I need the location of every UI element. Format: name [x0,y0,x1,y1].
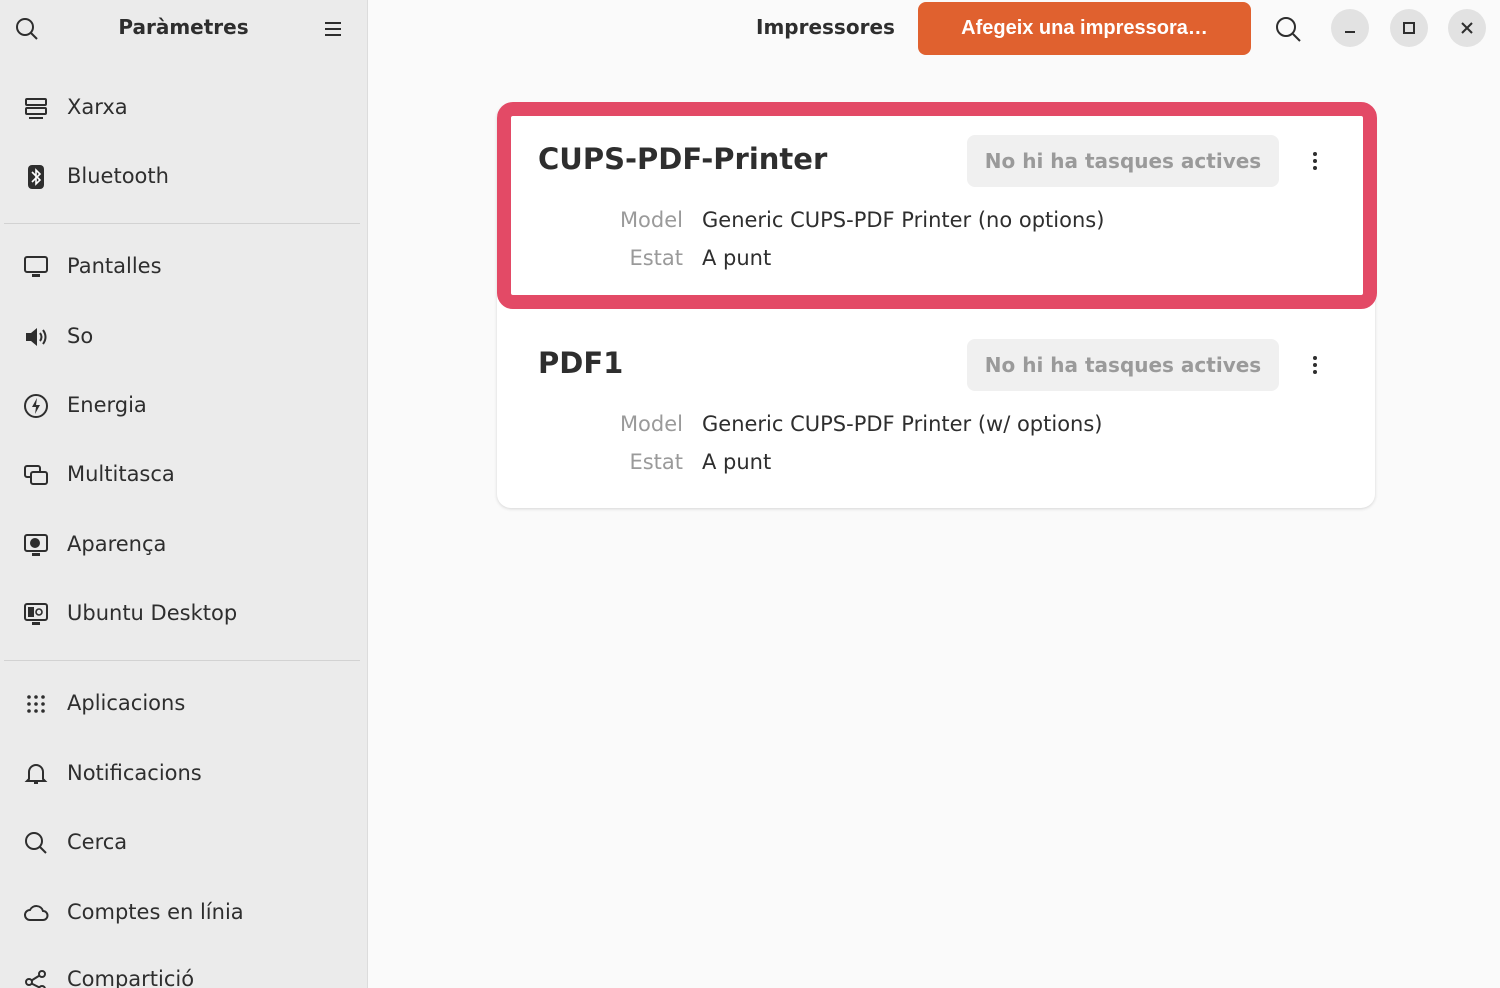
power-icon [22,392,50,420]
sidebar-item-aplicacions[interactable]: Aplicacions [0,675,367,731]
model-label: Model [619,412,683,436]
state-value: A punt [702,450,772,474]
search-button[interactable] [1273,14,1303,44]
sidebar-item-label: Compartició [67,967,195,988]
multitasking-icon [22,461,50,489]
display-icon [22,253,50,281]
sidebar-item-label: Aplicacions [67,691,186,715]
sidebar-item-label: Comptes en línia [67,900,244,924]
search-icon [1276,17,1301,42]
printer-options-button[interactable] [1302,352,1328,378]
sidebar-item-label: Xarxa [67,95,128,119]
kebab-menu-icon [1313,152,1317,170]
share-icon [22,966,50,988]
sidebar-item-label: Aparença [67,532,167,556]
sidebar-item-comptes-en-linia[interactable]: Comptes en línia [0,884,367,940]
sidebar-item-energia[interactable]: Energia [0,377,367,433]
sidebar-separator [4,223,360,224]
maximize-button[interactable] [1390,9,1428,47]
sidebar-item-aparenca[interactable]: Aparença [0,516,367,572]
sidebar-item-cerca[interactable]: Cerca [0,814,367,870]
sidebar-item-ubuntu-desktop[interactable]: Ubuntu Desktop [0,585,367,641]
sidebar-item-notificacions[interactable]: Notificacions [0,745,367,801]
model-label: Model [619,208,683,232]
printer-row[interactable]: CUPS-PDF-Printer No hi ha tasques active… [497,104,1375,306]
sidebar-item-label: Cerca [67,830,128,854]
sidebar-header: Paràmetres [0,0,367,56]
sidebar-separator [4,660,360,661]
printer-name: CUPS-PDF-Printer [538,142,828,176]
bluetooth-icon [22,163,50,191]
main-menu-button[interactable] [320,16,346,42]
sidebar-item-label: Bluetooth [67,164,169,188]
search-icon [22,829,50,857]
minimize-icon [1345,31,1355,33]
printer-list: CUPS-PDF-Printer No hi ha tasques active… [497,104,1375,508]
ubuntu-desktop-icon [22,600,50,628]
sidebar-item-comparticio[interactable]: Compartició [0,951,367,988]
close-icon [1461,22,1473,34]
printer-name: PDF1 [538,346,624,380]
apps-grid-icon [22,690,50,718]
appearance-icon [22,531,50,559]
cloud-icon [22,899,50,927]
minimize-button[interactable] [1331,9,1369,47]
model-value: Generic CUPS-PDF Printer (no options) [702,208,1105,232]
jobs-button[interactable]: No hi ha tasques actives [967,135,1279,187]
sidebar-item-xarxa[interactable]: Xarxa [0,79,367,135]
maximize-icon [1403,22,1415,34]
sidebar: Paràmetres Xarxa Bluetooth Pantalles So … [0,0,368,988]
sidebar-item-bluetooth[interactable]: Bluetooth [0,148,367,204]
kebab-menu-icon [1313,356,1317,374]
printer-row[interactable]: PDF1 No hi ha tasques actives Model Gene… [497,308,1375,510]
state-value: A punt [702,246,772,270]
speaker-icon [22,323,50,351]
sidebar-item-multitasca[interactable]: Multitasca [0,446,367,502]
sidebar-item-so[interactable]: So [0,308,367,364]
page-title: Impressores [756,15,895,39]
sidebar-item-label: Ubuntu Desktop [67,601,238,625]
state-label: Estat [629,450,683,474]
sidebar-item-label: Pantalles [67,254,162,278]
printer-options-button[interactable] [1302,148,1328,174]
state-label: Estat [629,246,683,270]
sidebar-title: Paràmetres [118,15,249,39]
sidebar-item-label: Multitasca [67,462,175,486]
sidebar-item-label: Energia [67,393,147,417]
model-value: Generic CUPS-PDF Printer (w/ options) [702,412,1103,436]
sidebar-item-label: So [67,324,94,348]
network-icon [22,94,50,122]
jobs-button[interactable]: No hi ha tasques actives [967,339,1279,391]
hamburger-icon [325,22,341,36]
sidebar-item-pantalles[interactable]: Pantalles [0,238,367,294]
sidebar-item-label: Notificacions [67,761,202,785]
close-button[interactable] [1448,9,1486,47]
add-printer-button[interactable]: Afegeix una impressora… [918,2,1251,55]
bell-icon [22,760,50,788]
